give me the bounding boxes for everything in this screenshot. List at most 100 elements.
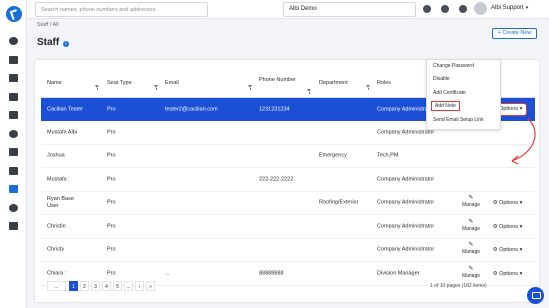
manage-button[interactable]: ✎Manage [459,195,483,212]
page-5-button[interactable]: 5 [113,281,122,291]
clock-icon[interactable] [459,5,467,13]
map-icon[interactable] [9,93,18,101]
cell-name: Christy [47,246,65,253]
chevron-down-icon: ▾ [525,5,529,11]
pagination-last-button[interactable]: » [146,281,155,291]
filter-icon[interactable] [95,85,100,90]
cell-email: ... [165,270,170,276]
column-header-phone-number[interactable]: Phone Number [259,77,299,84]
table-row[interactable]: Christin Pro Company Administrator ✎ Manage ⚙… [41,216,535,239]
filter-icon[interactable] [307,89,312,94]
page-title: Staff [37,37,60,48]
cell-name: Chiara : [47,270,67,276]
table-row[interactable]: Ryan Base User Pro Roofing/Exterior Company… [41,192,535,215]
manage-label: Manage [461,272,481,279]
top-bar: Search names, phone numbers and addresse… [27,0,549,19]
options-button[interactable]: ⚙ Options ▾ [489,198,526,209]
cell-role: Company Administrator [377,129,435,135]
globe-icon[interactable] [9,37,18,45]
cell-seat-type: Pro [107,152,116,159]
menu-item-add-note[interactable]: Add Note [431,101,460,111]
options-button[interactable]: ⚙ Options ▾ [489,245,526,256]
create-new-button[interactable]: + Create New [492,28,537,39]
chat-support-button[interactable] [527,287,544,304]
search-input[interactable]: Search names, phone numbers and addresse… [35,2,208,17]
cell-role: Company Administrator [377,246,435,253]
column-header-email[interactable]: Email [165,80,179,87]
column-header-seat-type[interactable]: Seat Type [107,80,132,87]
cell-name: Mustafa : [47,176,70,182]
manage-label: Manage [461,249,481,255]
cell-department: Emergency [319,152,347,159]
phone-icon[interactable] [9,130,18,138]
manage-button[interactable]: ✎Manage [459,218,483,236]
pagination-next-button[interactable]: › [135,281,144,291]
cell-role: Division Manager [377,270,420,276]
info-icon[interactable]: i [63,41,69,47]
cell-name: Christin [47,223,66,229]
cell-phone-number: 222-222-2222 [259,176,294,182]
cell-seat-type: Pro [107,176,116,182]
bell-icon[interactable] [441,5,449,13]
column-header-name[interactable]: Name [47,80,62,87]
monitor-icon[interactable] [9,222,18,230]
column-header-department[interactable]: Department [319,80,348,87]
calendar-icon[interactable] [9,74,18,82]
annotation-arrow [511,118,536,165]
cell-email: tester2@cacilian.com [165,106,218,112]
chevron-down-icon: ▾ [518,270,523,277]
manage-button[interactable]: ✎Manage [459,242,483,259]
gear-icon[interactable] [9,204,18,212]
options-label: Options [499,106,519,112]
manage-label: Manage [461,202,481,208]
menu-item-add-certificate[interactable]: Add Certificate [433,90,466,96]
page-3-button[interactable]: 3 [91,281,100,291]
cell-name: Mustafa Albi [47,129,77,135]
cell-phone-number: 88888888 [259,270,284,276]
pencil-icon: ✎ [468,242,474,248]
staff-icon[interactable] [9,185,18,193]
options-button[interactable]: ⚙ Options ▾ [489,268,526,280]
menu-item-change-password[interactable]: Change Password [433,63,474,69]
page-1-button[interactable]: 1 [69,281,78,291]
table-row[interactable]: Joshua Pro Emergency Tech,PM [41,145,535,168]
avatar[interactable] [474,2,487,15]
cell-role: Tech,PM [377,152,399,159]
filter-icon[interactable] [366,85,371,90]
filter-icon[interactable] [248,85,253,90]
filter-icon[interactable] [154,85,159,90]
megaphone-icon[interactable] [9,111,18,119]
table-row[interactable]: Mustafa : Pro 222-222-2222 Company Administ… [41,169,535,192]
user-menu[interactable]: Albi Support ▾ [491,5,528,11]
pagination-prev-button[interactable]: ... [47,281,66,291]
breadcrumb[interactable]: Staff / All [37,22,59,28]
options-label: Options [499,270,519,277]
page-4-button[interactable]: 4 [102,281,111,291]
cell-role: Company Administrator [377,199,435,206]
company-selector[interactable]: Albi Demo [283,2,416,17]
cell-seat-type: Pro [107,129,116,135]
cell-name: Joshua [47,152,65,159]
options-button[interactable]: ⚙ Options ▾ [489,221,526,233]
pagination-info: 1 of 10 pages (182 items) [430,283,487,289]
chat-icon[interactable] [423,5,431,13]
menu-item-disable[interactable]: Disable [433,76,450,82]
chevron-down-icon: ▾ [518,106,523,112]
wallet-icon[interactable] [9,148,18,156]
column-header-roles[interactable]: Roles [377,80,391,87]
menu-item-send-email-setup-link[interactable]: Send Email Setup Link [433,117,484,123]
manage-button[interactable]: ✎Manage [459,265,483,283]
options-label: Options [499,247,519,253]
cell-department: Roofing/Exterior [319,199,359,206]
page-2-button[interactable]: 2 [80,281,89,291]
options-label: Options [499,200,519,206]
pagination-ellipsis: ... [124,281,133,291]
briefcase-icon[interactable] [9,56,18,64]
cell-phone-number: 1231231234 [259,106,290,112]
app-logo-icon[interactable] [6,6,22,22]
truck-icon[interactable] [9,167,18,175]
options-dropdown-menu: Change Password Disable Add Certificate … [426,59,501,130]
table-row[interactable]: Christy Pro Company Administrator ✎ Manage ⚙ … [41,239,535,262]
pencil-icon: ✎ [468,265,474,272]
cell-seat-type: Pro [107,223,116,229]
